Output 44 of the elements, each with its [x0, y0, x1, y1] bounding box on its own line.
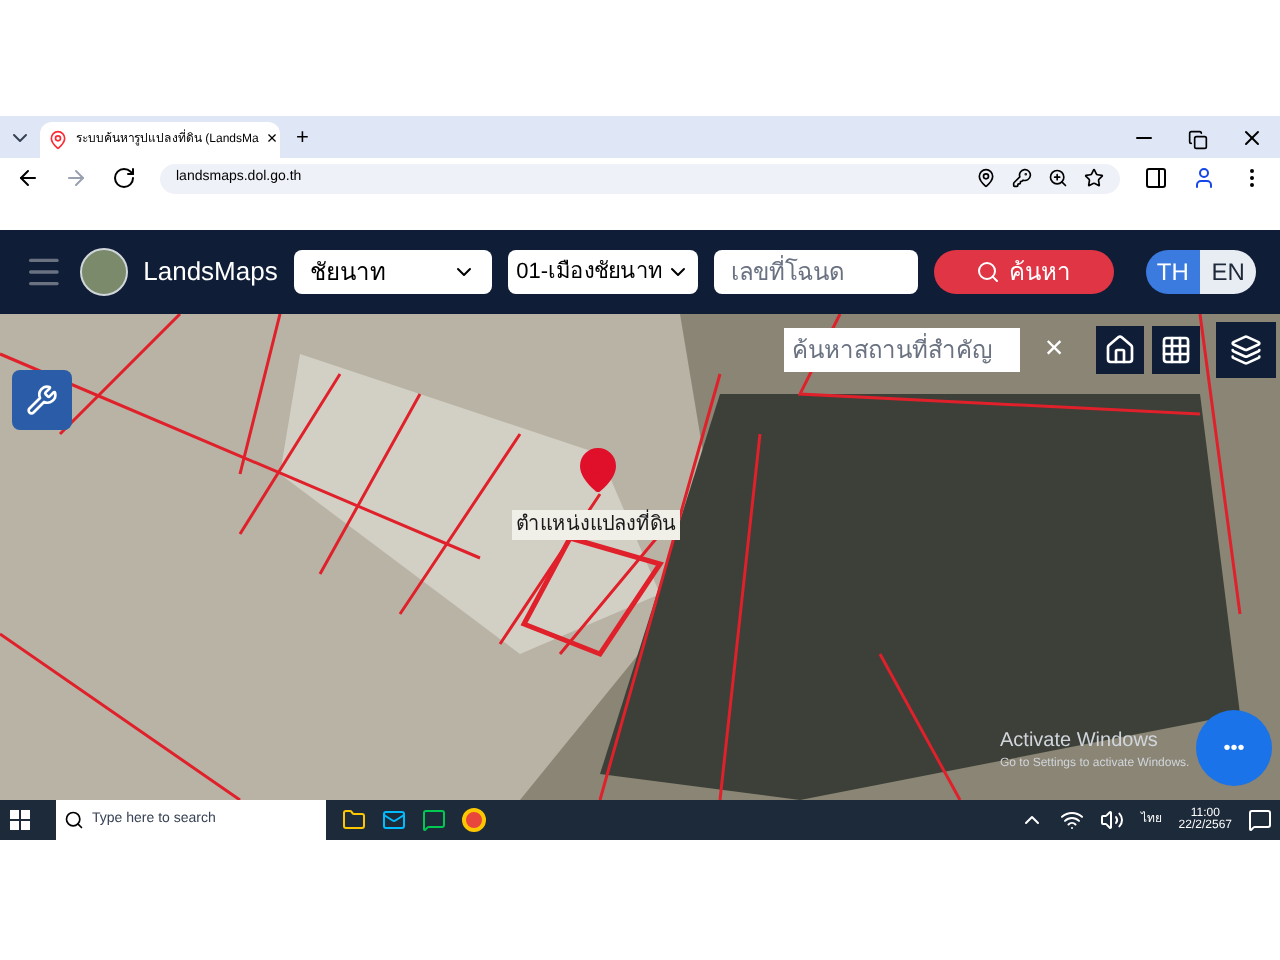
marker-label: ตำแหน่งแปลงที่ดิน: [512, 510, 680, 540]
district-select[interactable]: 01-เมืองชัยนาท: [508, 250, 699, 294]
bookmark-icon[interactable]: [1084, 168, 1104, 188]
tools-button[interactable]: [12, 370, 72, 430]
chat-app-icon[interactable]: [422, 808, 446, 832]
home-icon: [1104, 334, 1136, 366]
key-icon[interactable]: [1012, 168, 1032, 188]
logo-icon: [79, 248, 128, 296]
layers-icon: [1230, 334, 1262, 366]
volume-icon[interactable]: [1100, 808, 1125, 832]
close-tab-button[interactable]: ×: [266, 126, 278, 154]
reload-icon[interactable]: [112, 166, 136, 190]
notifications-icon[interactable]: [1248, 808, 1272, 832]
restore-icon[interactable]: [1188, 130, 1208, 150]
windows-icon: [10, 810, 30, 830]
map-marker-icon: [574, 446, 622, 494]
side-panel-icon[interactable]: [1144, 166, 1168, 190]
grid-icon: [1160, 334, 1192, 366]
brand-name: LandsMaps: [143, 254, 278, 291]
search-icon: [64, 810, 84, 830]
clear-button[interactable]: ×: [1028, 326, 1080, 374]
forward-icon[interactable]: [64, 166, 88, 190]
folder-icon[interactable]: [342, 808, 366, 832]
search-icon: [976, 260, 1001, 284]
map-pin-icon: [48, 130, 68, 150]
place-search-field[interactable]: ค้นหาสถานที่สำคัญ: [784, 328, 1020, 372]
zoom-icon[interactable]: [1048, 168, 1068, 188]
back-icon[interactable]: [16, 166, 40, 190]
province-select[interactable]: ชัยนาท: [293, 250, 493, 294]
profile-icon[interactable]: [1192, 166, 1216, 190]
close-icon[interactable]: [1240, 126, 1264, 150]
tools-icon: [26, 384, 58, 416]
new-tab-button[interactable]: +: [296, 121, 309, 154]
grid-button[interactable]: [1152, 326, 1200, 374]
language-toggle[interactable]: TH: [1145, 250, 1201, 294]
search-button[interactable]: ค้นหา: [934, 250, 1113, 294]
layers-button[interactable]: [1216, 322, 1276, 378]
activation-title: Activate Windows: [1000, 728, 1160, 756]
location-icon[interactable]: [976, 168, 996, 188]
home-button[interactable]: [1096, 326, 1144, 374]
language-toggle[interactable]: EN: [1200, 250, 1256, 294]
deed-number-field[interactable]: เลขที่โฉนด: [714, 250, 919, 294]
browser-app-icon[interactable]: [462, 808, 486, 832]
mail-icon[interactable]: [382, 808, 406, 832]
